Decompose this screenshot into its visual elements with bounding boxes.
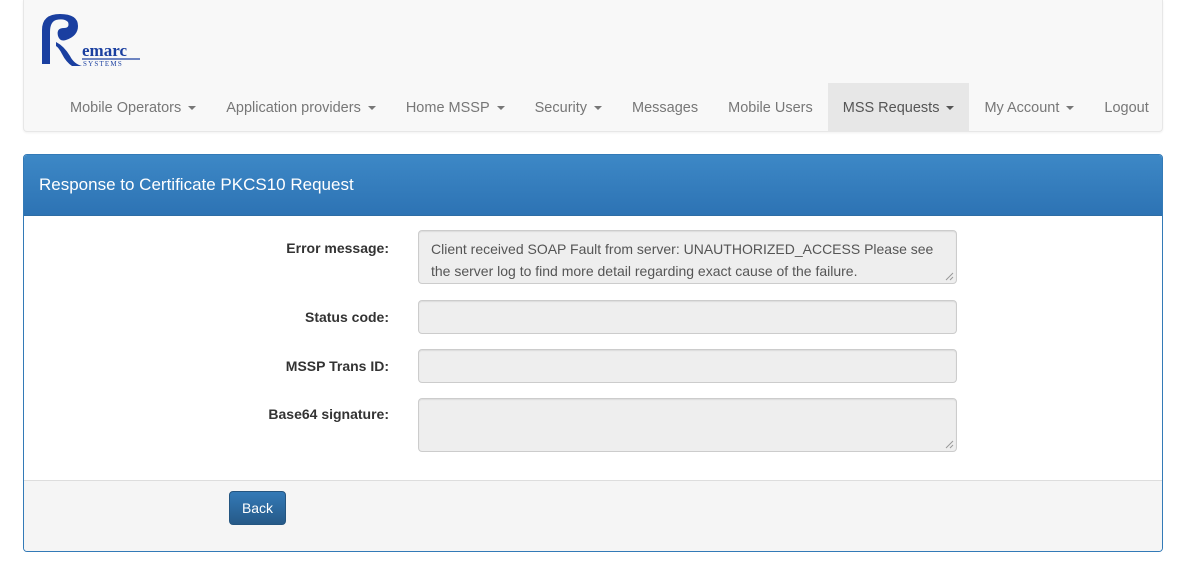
- nav-item-label: Logout: [1104, 99, 1149, 116]
- logo-text: emarc: [82, 41, 127, 60]
- nav-item-application-providers[interactable]: Application providers: [211, 83, 391, 132]
- logo-subtext: SYSTEMS: [83, 60, 123, 68]
- nav-item-mobile-operators[interactable]: Mobile Operators: [55, 83, 211, 132]
- panel-footer: Back: [24, 480, 1162, 551]
- error-message-field[interactable]: Client received SOAP Fault from server: …: [418, 230, 957, 284]
- nav-item-label: Mobile Users: [728, 99, 813, 116]
- status-code-label: Status code:: [304, 309, 389, 325]
- nav-item-label: Home MSSP: [405, 99, 490, 116]
- caret-down-icon: [594, 105, 603, 110]
- panel-title: Response to Certificate PKCS10 Request: [24, 155, 1162, 216]
- back-button[interactable]: Back: [229, 491, 286, 525]
- nav-item-messages[interactable]: Messages: [617, 83, 713, 132]
- nav-item-label: Messages: [632, 99, 699, 116]
- panel-body: Error message: Client received SOAP Faul…: [24, 216, 1162, 482]
- nav-item-home-mssp[interactable]: Home MSSP: [391, 83, 520, 132]
- caret-down-icon: [367, 105, 376, 110]
- remarc-logo[interactable]: emarc SYSTEMS: [38, 12, 148, 70]
- caret-down-icon: [496, 105, 505, 110]
- nav-item-mobile-users[interactable]: Mobile Users: [713, 83, 828, 132]
- base64-signature-field[interactable]: [418, 398, 957, 452]
- nav-item-label: Application providers: [226, 99, 361, 116]
- nav-item-logout[interactable]: Logout: [1089, 83, 1163, 132]
- response-panel: Response to Certificate PKCS10 Request E…: [23, 154, 1163, 552]
- status-code-field[interactable]: [418, 300, 957, 334]
- resize-grip-icon[interactable]: [945, 272, 954, 281]
- mssp-trans-id-field[interactable]: [418, 349, 957, 383]
- nav-item-label: My Account: [984, 99, 1060, 116]
- nav-item-mss-requests[interactable]: MSS Requests: [827, 83, 970, 132]
- main-nav: Mobile Operators Application providers Hom…: [55, 83, 1164, 132]
- top-navbar: emarc SYSTEMS Mobile Operators Applicatio…: [23, 0, 1163, 132]
- mssp-trans-id-label: MSSP Trans ID:: [285, 358, 389, 374]
- logo-graphic: emarc SYSTEMS: [42, 14, 140, 68]
- caret-down-icon: [946, 105, 955, 110]
- base64-signature-label: Base64 signature:: [268, 406, 389, 422]
- nav-item-security[interactable]: Security: [520, 83, 617, 132]
- caret-down-icon: [1066, 105, 1075, 110]
- nav-item-my-account[interactable]: My Account: [969, 83, 1089, 132]
- nav-item-label: MSS Requests: [842, 99, 940, 116]
- nav-item-label: Security: [534, 99, 588, 116]
- nav-item-label: Mobile Operators: [70, 99, 182, 116]
- error-message-label: Error message:: [286, 240, 389, 256]
- error-message-value: Client received SOAP Fault from server: …: [431, 241, 934, 279]
- caret-down-icon: [188, 105, 197, 110]
- resize-grip-icon[interactable]: [945, 440, 954, 449]
